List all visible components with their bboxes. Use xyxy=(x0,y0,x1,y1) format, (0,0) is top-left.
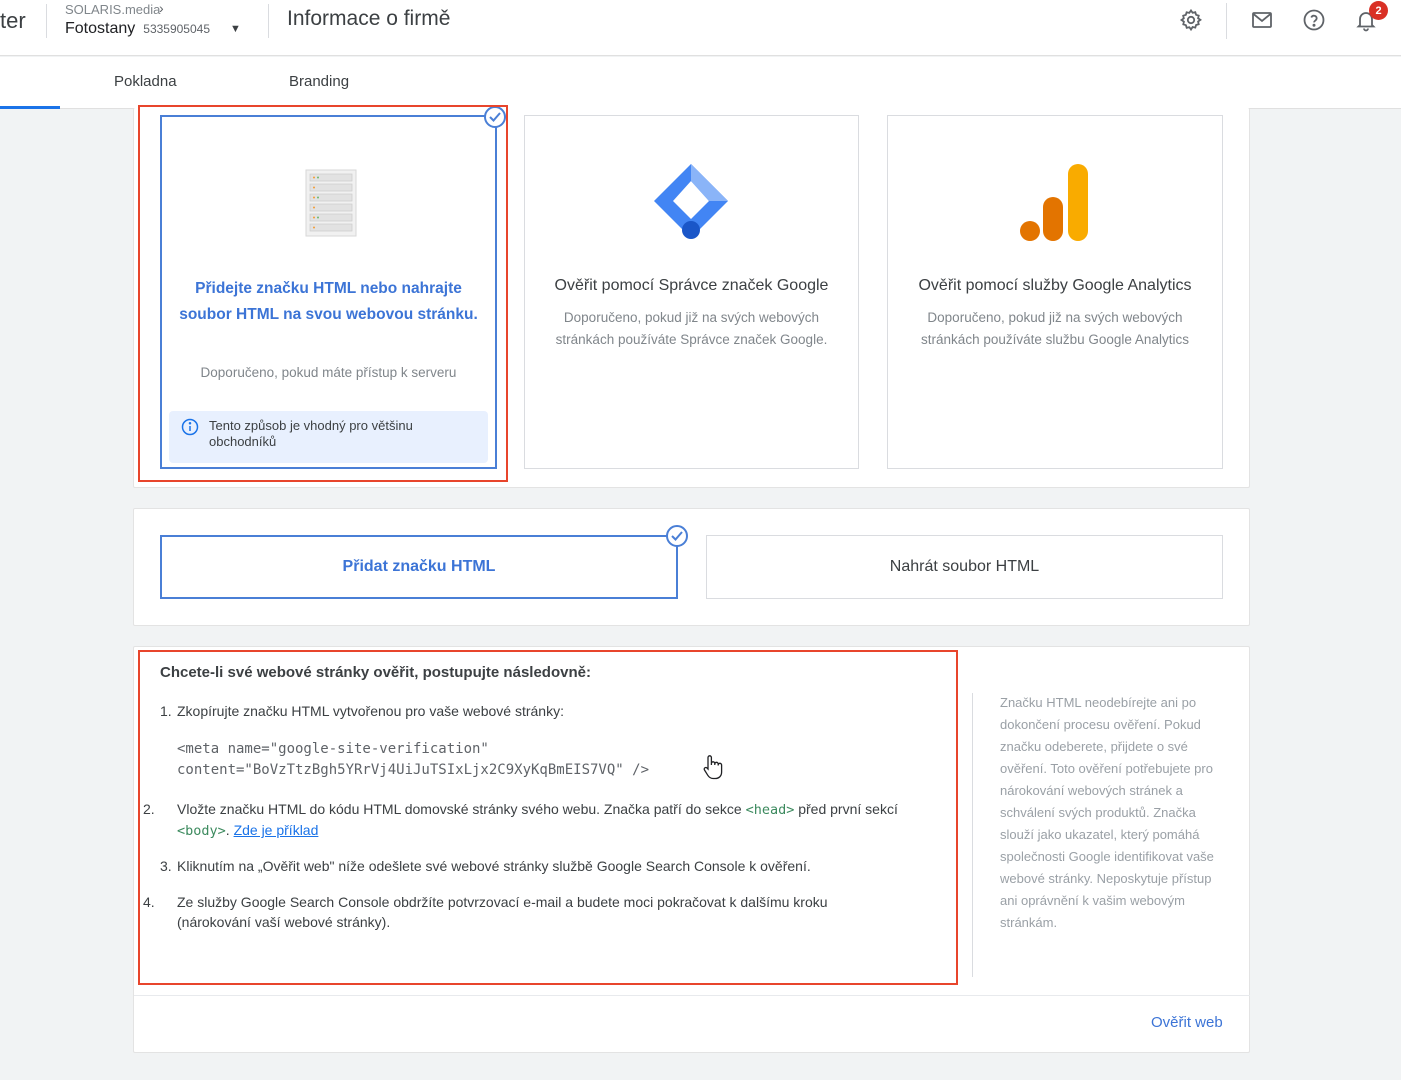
caret-down-icon[interactable]: ▼ xyxy=(230,23,241,35)
help-icon[interactable] xyxy=(1300,6,1328,34)
tabs-bar: Pokladna Branding xyxy=(0,57,1401,109)
settings-icon[interactable] xyxy=(1177,6,1205,34)
account-name[interactable]: SOLARIS.media xyxy=(65,2,160,17)
option-google-tag-manager[interactable]: Ověřit pomocí Správce značek Google Dopo… xyxy=(524,115,859,469)
divider xyxy=(1226,3,1227,39)
option-description: Doporučeno, pokud již na svých webových … xyxy=(921,310,1189,347)
divider xyxy=(46,4,47,38)
highlight-annotation xyxy=(138,105,508,482)
chevron-right-icon[interactable]: › xyxy=(159,0,164,16)
option-title: Ověřit pomocí Správce značek Google xyxy=(554,277,829,294)
option-description: Doporučeno, pokud již na svých webových … xyxy=(555,310,828,347)
add-html-tag-button[interactable]: Přidat značku HTML xyxy=(160,535,678,599)
notification-badge: 2 xyxy=(1369,1,1388,20)
selected-check-icon xyxy=(666,525,688,547)
option-google-analytics[interactable]: Ověřit pomocí služby Google Analytics Do… xyxy=(887,115,1223,469)
app-name-fragment: ter xyxy=(0,8,26,33)
top-bar: ter SOLARIS.media › Fotostany 5335905045… xyxy=(0,0,1401,56)
verify-website-button[interactable]: Ověřit web xyxy=(1151,1014,1223,1031)
upload-html-file-button[interactable]: Nahrát soubor HTML xyxy=(706,535,1223,599)
mail-icon[interactable] xyxy=(1248,6,1276,34)
divider xyxy=(268,4,269,38)
store-selector[interactable]: Fotostany 5335905045 xyxy=(65,20,210,38)
divider xyxy=(134,995,1250,996)
divider xyxy=(972,693,973,977)
tab-pokladna[interactable]: Pokladna xyxy=(114,73,177,90)
google-analytics-icon xyxy=(1018,161,1094,248)
store-name: Fotostany xyxy=(65,20,136,37)
google-tag-manager-icon xyxy=(651,161,731,248)
tab-branding[interactable]: Branding xyxy=(289,73,349,90)
store-id: 5335905045 xyxy=(143,22,211,36)
option-title: Ověřit pomocí služby Google Analytics xyxy=(918,277,1192,294)
highlight-annotation xyxy=(138,650,958,985)
active-tab-indicator xyxy=(0,106,60,109)
side-note: Značku HTML neodebírejte ani po dokončen… xyxy=(1000,695,1214,930)
page-title: Informace o firmě xyxy=(287,7,451,30)
